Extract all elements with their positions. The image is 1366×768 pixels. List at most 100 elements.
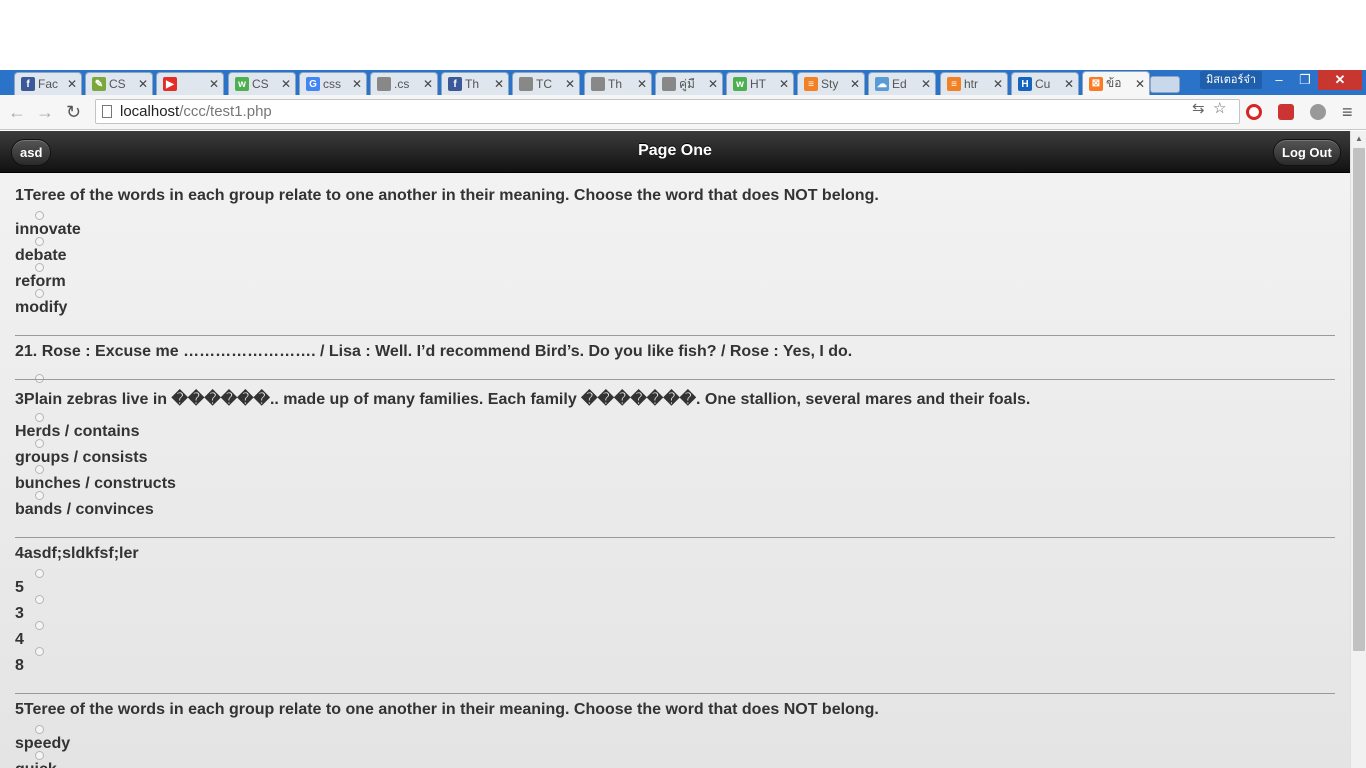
new-tab-button[interactable] [1150,76,1180,93]
browser-tab[interactable]: ▶ ✕ [156,72,224,95]
question-divider [15,335,1335,336]
question-title: 21. Rose : Excuse me ……………………. / Lisa : … [15,343,853,360]
tab-close-icon[interactable]: ✕ [138,77,148,91]
reload-icon[interactable]: ↻ [66,102,81,123]
tab-close-icon[interactable]: ✕ [850,77,860,91]
answer-radio[interactable] [35,751,44,760]
answer-radio[interactable] [35,725,44,734]
answer-option-label[interactable]: 4 [15,631,24,649]
browser-tab[interactable]: ≡ Sty ✕ [797,72,865,95]
globe-extension-icon[interactable] [1310,104,1326,120]
forward-arrow-icon[interactable]: → [36,102,54,123]
browser-tab[interactable]: คู่มื ✕ [655,72,723,95]
tab-close-icon[interactable]: ✕ [423,77,433,91]
answer-option-label[interactable]: 8 [15,657,24,675]
answer-radio[interactable] [35,595,44,604]
facebook-icon: f [448,77,462,91]
answer-radio[interactable] [35,237,44,246]
answer-radio[interactable] [35,569,44,578]
question-title: 1Teree of the words in each group relate… [15,187,879,204]
answer-option-label[interactable]: quick [15,761,57,768]
browser-tab[interactable]: f Fac ✕ [14,72,82,95]
tab-close-icon[interactable]: ✕ [281,77,291,91]
answer-option-label[interactable]: innovate [15,221,81,239]
stackoverflow-icon: ≡ [947,77,961,91]
profile-button[interactable]: มิสเตอร์จ๋า [1200,71,1263,89]
tab-label: TC [536,77,552,91]
tab-close-icon[interactable]: ✕ [1135,77,1145,91]
tab-label: Th [608,77,623,91]
tab-close-icon[interactable]: ✕ [1064,77,1074,91]
translate-icon[interactable]: ⇆ [1192,99,1205,117]
answer-radio[interactable] [35,647,44,656]
page-icon [591,77,605,91]
tab-label: คู่มื [679,76,695,91]
answer-option-label[interactable]: 3 [15,605,24,623]
tab-strip: f Fac ✕ ✎ CS ✕ ▶ ✕ w CS ✕ Gcss ✕ .cs ✕ f Th ✕ TC ✕ Th ✕ คู่มื ✕… [0,70,1366,95]
question-title: 4asdf;sldkfsf;ler [15,545,139,562]
answer-radio[interactable] [35,413,44,422]
maximize-icon[interactable]: ❐ [1292,70,1318,90]
question-title: 5Teree of the words in each group relate… [15,701,879,718]
tab-close-icon[interactable]: ✕ [637,77,647,91]
browser-tab[interactable]: TC ✕ [512,72,580,95]
asd-button[interactable]: asd [11,139,52,166]
minimize-icon[interactable]: – [1266,70,1292,90]
tab-label: HT [750,77,766,91]
question-divider [15,693,1335,694]
answer-radio[interactable] [35,491,44,500]
w3-icon: w [733,77,747,91]
tab-close-icon[interactable]: ✕ [67,77,77,91]
answer-radio[interactable] [35,439,44,448]
tab-close-icon[interactable]: ✕ [494,77,504,91]
tab-close-icon[interactable]: ✕ [708,77,718,91]
browser-tab[interactable]: ✎ CS ✕ [85,72,153,95]
browser-tab[interactable]: Gcss ✕ [299,72,367,95]
answer-option-label[interactable]: groups / consists [15,449,147,467]
answer-radio[interactable] [35,211,44,220]
answer-option-label[interactable]: Herds / contains [15,423,139,441]
answer-option-label[interactable]: 5 [15,579,24,597]
page-viewport: Page One asd Log Out 1Teree of the words… [0,131,1350,768]
tab-close-icon[interactable]: ✕ [993,77,1003,91]
question-divider [15,379,1335,380]
back-arrow-icon[interactable]: ← [8,102,26,123]
google-icon: G [306,77,320,91]
browser-tab[interactable]: f Th ✕ [441,72,509,95]
browser-tab[interactable]: ☁ Ed ✕ [868,72,936,95]
browser-tab[interactable]: .cs ✕ [370,72,438,95]
answer-radio[interactable] [35,465,44,474]
tab-label: CS [109,77,126,91]
close-window-icon[interactable]: ✕ [1318,70,1362,90]
page-title: Page One [638,142,712,159]
browser-tab[interactable]: H Cu ✕ [1011,72,1079,95]
extension-icon[interactable] [1278,104,1294,120]
tab-label: .cs [394,77,410,91]
answer-option-label[interactable]: bands / convinces [15,501,154,519]
answer-radio[interactable] [35,621,44,630]
answer-option-label[interactable]: modify [15,299,67,317]
browser-tab[interactable]: w HT ✕ [726,72,794,95]
tab-close-icon[interactable]: ✕ [779,77,789,91]
answer-option-label[interactable]: speedy [15,735,70,753]
tab-close-icon[interactable]: ✕ [921,77,931,91]
menu-icon[interactable]: ≡ [1342,102,1353,123]
star-icon[interactable]: ☆ [1213,99,1226,117]
answer-radio[interactable] [35,289,44,298]
browser-tab[interactable]: Th ✕ [584,72,652,95]
tab-close-icon[interactable]: ✕ [209,77,219,91]
opera-extension-icon[interactable] [1246,104,1262,120]
browser-tab[interactable]: ⊠ ข้อ ✕ [1082,71,1150,95]
answer-radio[interactable] [35,263,44,272]
scrollbar-thumb[interactable] [1353,148,1365,651]
address-bar[interactable]: localhost/ccc/test1.php [95,99,1240,124]
scroll-up-icon[interactable]: ▲ [1355,134,1363,143]
tab-close-icon[interactable]: ✕ [352,77,362,91]
browser-tab[interactable]: ≡ htr ✕ [940,72,1008,95]
scrollbar[interactable]: ▲ [1350,131,1366,768]
tab-label: ข้อ [1106,76,1122,90]
question-title: 3Plain zebras live in ������.. made up o… [15,391,1031,408]
browser-tab[interactable]: w CS ✕ [228,72,296,95]
logout-button[interactable]: Log Out [1273,139,1341,166]
tab-close-icon[interactable]: ✕ [565,77,575,91]
